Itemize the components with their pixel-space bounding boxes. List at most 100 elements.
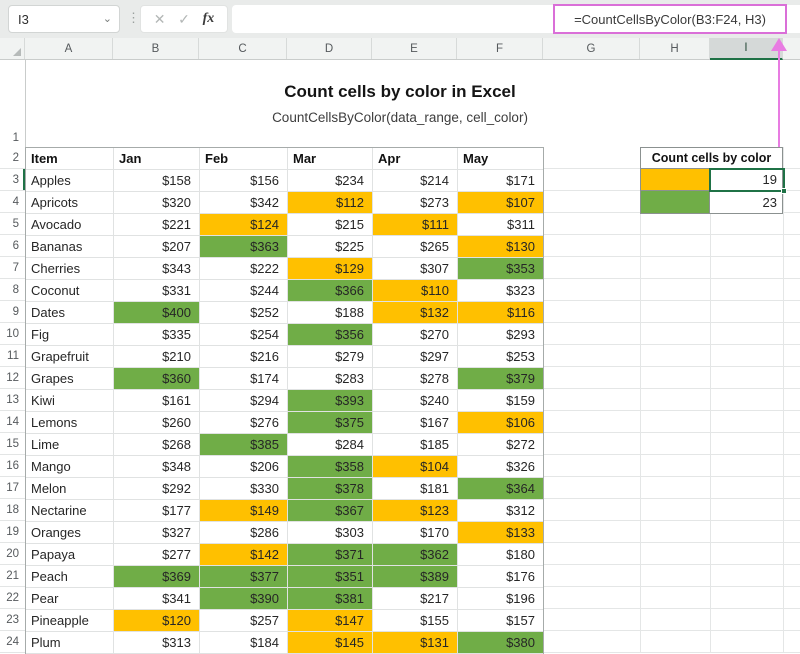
row-header-7[interactable]: 7 [0,257,25,279]
cell-value[interactable]: $363 [200,236,288,258]
table-header-item[interactable]: Item [26,148,114,170]
cell-value[interactable]: $367 [288,500,373,522]
yellow-swatch-cell[interactable] [641,169,710,190]
cell-value[interactable]: $107 [458,192,543,214]
table-header-mar[interactable]: Mar [288,148,373,170]
row-header-19[interactable]: 19 [0,521,25,543]
cell-value[interactable]: $294 [200,390,288,412]
row-header-10[interactable]: 10 [0,323,25,345]
cell-value[interactable]: $142 [200,544,288,566]
cell-value[interactable]: $257 [200,610,288,632]
cell-value[interactable]: $112 [288,192,373,214]
cell-value[interactable]: $307 [373,258,458,280]
cell-value[interactable]: $348 [114,456,200,478]
row-header-18[interactable]: 18 [0,499,25,521]
cell-value[interactable]: $400 [114,302,200,324]
cell-value[interactable]: $272 [458,434,543,456]
cell-value[interactable]: $254 [200,324,288,346]
row-header-14[interactable]: 14 [0,411,25,433]
column-header-d[interactable]: D [287,38,372,59]
cell-item[interactable]: Kiwi [26,390,114,412]
cell-value[interactable]: $110 [373,280,458,302]
cell-value[interactable]: $252 [200,302,288,324]
row-header-5[interactable]: 5 [0,213,25,235]
table-header-apr[interactable]: Apr [373,148,458,170]
cell-value[interactable]: $181 [373,478,458,500]
cell-item[interactable]: Melon [26,478,114,500]
cell-item[interactable]: Dates [26,302,114,324]
cell-value[interactable]: $207 [114,236,200,258]
cell-item[interactable]: Mango [26,456,114,478]
cell-value[interactable]: $268 [114,434,200,456]
cell-value[interactable]: $177 [114,500,200,522]
cell-value[interactable]: $240 [373,390,458,412]
table-header-feb[interactable]: Feb [200,148,288,170]
name-box[interactable]: I3 ⌄ [8,5,120,33]
cell-item[interactable]: Avocado [26,214,114,236]
cell-value[interactable]: $253 [458,346,543,368]
cell-value[interactable]: $129 [288,258,373,280]
cell-item[interactable]: Cherries [26,258,114,280]
cell-value[interactable]: $111 [373,214,458,236]
cell-value[interactable]: $171 [458,170,543,192]
cell-value[interactable]: $342 [200,192,288,214]
cell-value[interactable]: $145 [288,632,373,654]
cell-item[interactable]: Apples [26,170,114,192]
cell-value[interactable]: $356 [288,324,373,346]
cell-value[interactable]: $167 [373,412,458,434]
cell-value[interactable]: $297 [373,346,458,368]
row-header-1[interactable]: 1 [0,60,25,147]
cell-value[interactable]: $120 [114,610,200,632]
cell-item[interactable]: Plum [26,632,114,654]
cell-value[interactable]: $378 [288,478,373,500]
cell-value[interactable]: $225 [288,236,373,258]
cell-value[interactable]: $351 [288,566,373,588]
cell-value[interactable]: $244 [200,280,288,302]
cell-value[interactable]: $116 [458,302,543,324]
column-header-b[interactable]: B [113,38,199,59]
column-header-h[interactable]: H [640,38,710,59]
cell-value[interactable]: $366 [288,280,373,302]
cell-item[interactable]: Papaya [26,544,114,566]
cell-value[interactable]: $158 [114,170,200,192]
row-header-22[interactable]: 22 [0,587,25,609]
cell-value[interactable]: $215 [288,214,373,236]
cell-value[interactable]: $216 [200,346,288,368]
cell-value[interactable]: $375 [288,412,373,434]
cancel-icon[interactable]: ✕ [154,11,166,28]
row-header-2[interactable]: 2 [0,147,25,169]
cell-item[interactable]: Lime [26,434,114,456]
cell-value[interactable]: $371 [288,544,373,566]
fill-handle[interactable] [781,188,787,194]
row-header-3[interactable]: 3 [0,169,25,191]
cell-value[interactable]: $331 [114,280,200,302]
column-header-a[interactable]: A [25,38,113,59]
row-header-12[interactable]: 12 [0,367,25,389]
cell-value[interactable]: $176 [458,566,543,588]
cell-value[interactable]: $369 [114,566,200,588]
cell-item[interactable]: Grapefruit [26,346,114,368]
cell-value[interactable]: $170 [373,522,458,544]
cell-value[interactable]: $335 [114,324,200,346]
cell-value[interactable]: $222 [200,258,288,280]
column-header-g[interactable]: G [543,38,640,59]
row-header-13[interactable]: 13 [0,389,25,411]
row-header-15[interactable]: 15 [0,433,25,455]
cell-value[interactable]: $132 [373,302,458,324]
cell-value[interactable]: $292 [114,478,200,500]
cell-value[interactable]: $217 [373,588,458,610]
chevron-down-icon[interactable]: ⌄ [103,13,119,25]
cell-value[interactable]: $323 [458,280,543,302]
cell-value[interactable]: $379 [458,368,543,390]
cell-value[interactable]: $210 [114,346,200,368]
cell-value[interactable]: $360 [114,368,200,390]
cell-value[interactable]: $149 [200,500,288,522]
cell-value[interactable]: $293 [458,324,543,346]
cell-value[interactable]: $185 [373,434,458,456]
cell-item[interactable]: Pineapple [26,610,114,632]
cell-value[interactable]: $277 [114,544,200,566]
cell-value[interactable]: $326 [458,456,543,478]
cell-item[interactable]: Pear [26,588,114,610]
cell-value[interactable]: $147 [288,610,373,632]
table-header-jan[interactable]: Jan [114,148,200,170]
